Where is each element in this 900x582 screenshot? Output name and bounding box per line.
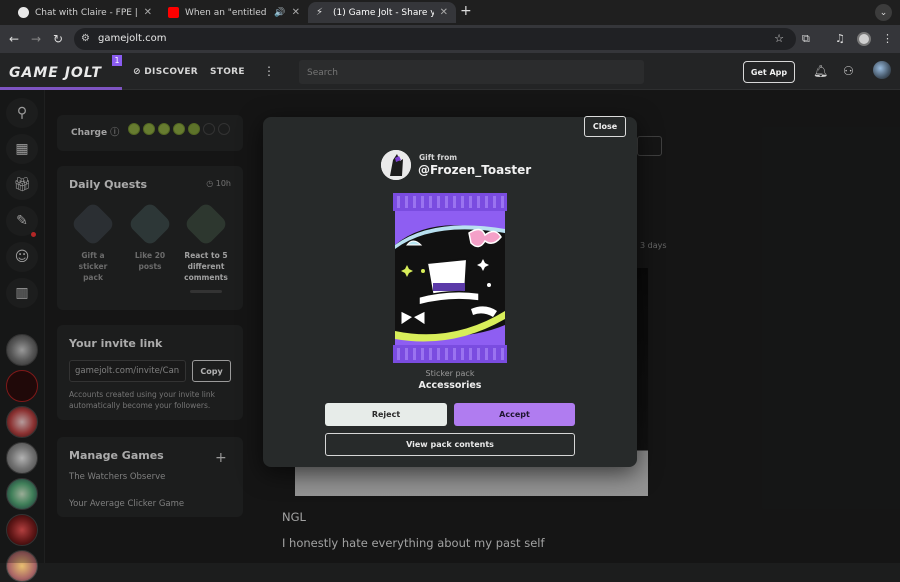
reject-button[interactable]: Reject [325,403,447,426]
gamejolt-logo[interactable]: GAME JOLT [9,65,102,81]
more-menu-icon[interactable]: ⋮ [263,64,275,78]
tab-search-icon[interactable]: ⌄ [875,4,892,21]
close-tab-icon[interactable]: ✕ [292,7,300,18]
address-bar[interactable]: ⚙ gamejolt.com ☆ [74,28,796,50]
get-app-button[interactable]: Get App [743,61,795,83]
user-avatar[interactable] [873,61,891,79]
discover-label: DISCOVER [144,67,199,77]
store-link[interactable]: STORE [210,67,245,77]
sender-avatar[interactable] [381,150,411,180]
browser-tab-gamejolt[interactable]: ⚡ (1) Game Jolt - Share your cr ✕ [308,2,456,23]
compass-icon: ⊘ [133,67,141,77]
notification-badge: 1 [112,55,122,66]
gift-modal: Close Gift from @Frozen_Toaster Sticker … [263,116,637,467]
browser-tab-youtube[interactable]: When an "entitled influen 🔊 ✕ [160,2,308,23]
reload-icon[interactable]: ↻ [53,32,63,46]
view-pack-contents-button[interactable]: View pack contents [325,433,575,456]
tab-title: (1) Game Jolt - Share your cr [333,7,434,18]
search-bar[interactable] [299,60,644,84]
friends-icon[interactable]: ⚇ [843,64,854,78]
browser-toolbar: ← → ↻ ⚙ gamejolt.com ☆ ⧉ ♫ ⋮ [0,25,900,53]
close-button[interactable]: Close [584,116,626,137]
close-tab-icon[interactable]: ✕ [440,7,448,18]
sticker-pack-image [393,193,507,363]
site-header: GAME JOLT 1 ⊘ DISCOVER STORE ⋮ Get App 🔔… [0,53,900,90]
back-icon[interactable]: ← [9,32,19,46]
browser-tab-claire[interactable]: Chat with Claire - FPE | chara ✕ [10,2,160,23]
forward-icon[interactable]: → [31,32,41,46]
media-control-icon[interactable]: ♫ [835,32,845,45]
url-text: gamejolt.com [98,33,167,44]
gift-from-label: Gift from [419,153,458,162]
site-info-icon[interactable]: ⚙ [81,33,93,45]
sender-avatar-art [381,150,411,180]
extensions-icon[interactable]: ⧉ [802,32,810,46]
search-input[interactable] [299,62,644,84]
profile-avatar-icon[interactable] [857,32,871,46]
close-tab-icon[interactable]: ✕ [144,7,152,18]
audio-playing-icon[interactable]: 🔊 [274,8,285,18]
pack-type-label: Sticker pack [425,369,475,378]
accept-button[interactable]: Accept [454,403,575,426]
pack-name: Accessories [418,380,482,391]
bell-icon[interactable]: 🔔︎ [813,64,828,78]
browser-menu-icon[interactable]: ⋮ [882,32,893,45]
tab-title: Chat with Claire - FPE | chara [35,7,138,18]
tab-title: When an "entitled influen [185,7,268,18]
sender-username[interactable]: @Frozen_Toaster [418,163,531,177]
character-ai-icon [18,7,29,18]
browser-tab-bar: Chat with Claire - FPE | chara ✕ When an… [0,0,900,25]
new-tab-icon[interactable]: + [460,3,472,19]
bookmark-star-icon[interactable]: ☆ [774,32,784,45]
youtube-icon [168,7,179,18]
discover-link[interactable]: ⊘ DISCOVER [133,67,198,77]
gamejolt-icon: ⚡ [316,7,324,18]
